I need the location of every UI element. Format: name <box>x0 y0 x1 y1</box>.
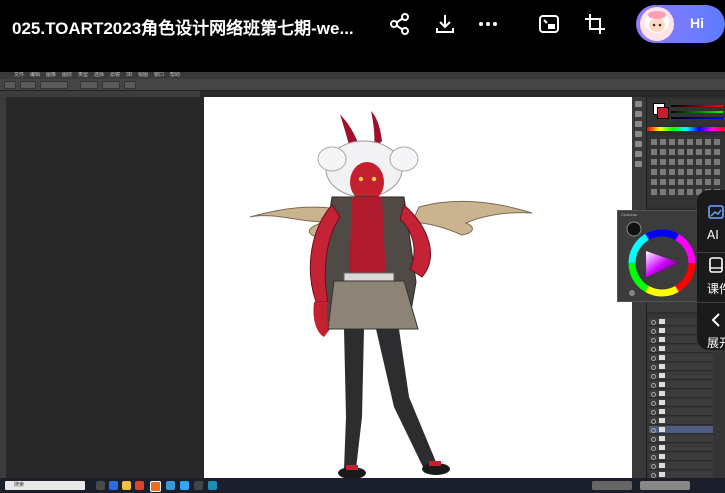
photoshop-icon[interactable] <box>180 481 189 490</box>
layer-row[interactable] <box>649 435 713 443</box>
crop-icon[interactable] <box>583 12 607 36</box>
ps-menu-edit[interactable]: 编辑 <box>30 72 40 79</box>
courseware-icon <box>709 257 723 273</box>
expand-button[interactable]: 展开 <box>697 302 725 350</box>
ps-airbrush[interactable] <box>124 81 136 89</box>
taskbar-search-text: 搜索 <box>14 482 25 488</box>
courseware-label: 课件 <box>707 282 725 296</box>
layer-row-selected[interactable] <box>649 426 713 434</box>
app-icon[interactable] <box>194 481 203 490</box>
ps-mode-select[interactable] <box>40 81 68 89</box>
video-title: 025.TOART2023角色设计网络班第七期-we... <box>12 19 354 38</box>
layer-row[interactable] <box>649 390 713 398</box>
file-explorer-icon[interactable] <box>122 481 131 490</box>
chevron-left-icon <box>711 313 720 327</box>
expand-label: 展开 <box>707 336 725 350</box>
task-view-icon[interactable] <box>96 481 105 490</box>
ps-options-bar <box>0 79 725 91</box>
layer-row[interactable] <box>649 408 713 416</box>
ps-menu-image[interactable]: 图像 <box>46 72 56 79</box>
ps-menu-layer[interactable]: 图层 <box>62 72 72 79</box>
assistant-button[interactable]: Hi <box>636 5 725 43</box>
layer-row[interactable] <box>649 354 713 362</box>
active-app-icon[interactable] <box>150 481 161 492</box>
ps-menu-3d[interactable]: 3D <box>126 72 132 79</box>
assistant-avatar-icon <box>640 7 674 41</box>
ps-canvas[interactable] <box>204 97 632 486</box>
ps-spectrum-bar[interactable] <box>647 127 725 131</box>
ps-clone-icon[interactable] <box>635 131 642 137</box>
ps-color-sliders-panel <box>647 99 725 125</box>
windows-taskbar: 搜索 <box>0 478 725 493</box>
ps-properties-icon[interactable] <box>635 111 642 117</box>
ps-tool-preset[interactable] <box>4 81 16 89</box>
ps-opacity[interactable] <box>80 81 98 89</box>
color-wheel-icon[interactable] <box>618 211 698 301</box>
more-icon[interactable] <box>476 12 500 36</box>
ps-brush-icon[interactable] <box>635 121 642 127</box>
ps-menu-window[interactable]: 窗口 <box>154 72 164 79</box>
layer-row[interactable] <box>649 453 713 461</box>
system-tray-icon[interactable] <box>592 481 632 490</box>
layer-row[interactable] <box>649 399 713 407</box>
courseware-button[interactable]: 课件 <box>697 252 725 302</box>
layer-row[interactable] <box>649 363 713 371</box>
layer-row[interactable] <box>649 462 713 470</box>
ps-character-icon[interactable] <box>635 141 642 147</box>
video-top-bar: 025.TOART2023角色设计网络班第七期-we... Hi <box>0 0 725 72</box>
app-icon[interactable] <box>208 481 217 490</box>
layer-row[interactable] <box>649 372 713 380</box>
ps-history-icon[interactable] <box>635 101 642 107</box>
ps-brush-size[interactable] <box>20 81 36 89</box>
assistant-label: Hi <box>690 15 704 31</box>
ps-flow[interactable] <box>102 81 120 89</box>
ps-menu-select[interactable]: 选择 <box>94 72 104 79</box>
ai-image-icon <box>708 205 724 219</box>
ps-menu-type[interactable]: 类型 <box>78 72 88 79</box>
ps-paragraph-icon[interactable] <box>635 151 642 157</box>
character-artwork <box>249 111 533 479</box>
side-tool-widget: AI 课件 展开 <box>697 190 725 350</box>
layer-row[interactable] <box>649 444 713 452</box>
ai-label: AI <box>707 228 719 242</box>
ps-menu-view[interactable]: 视图 <box>138 72 148 79</box>
layer-row[interactable] <box>649 417 713 425</box>
app-icon[interactable] <box>166 481 175 490</box>
ps-menu-bar: 文件 编辑 图像 图层 类型 选择 滤镜 3D 视图 窗口 帮助 <box>0 72 725 79</box>
app-icon[interactable] <box>135 481 144 490</box>
color-panel-title: Coolorus <box>621 212 638 217</box>
ps-document-tab[interactable] <box>0 91 200 97</box>
ps-tools-panel <box>0 97 6 482</box>
ai-button[interactable]: AI <box>697 202 725 252</box>
picture-in-picture-icon[interactable] <box>537 12 561 36</box>
browser-icon[interactable] <box>109 481 118 490</box>
download-icon[interactable] <box>433 12 457 36</box>
taskbar-search-box[interactable]: 搜索 <box>5 481 85 490</box>
ps-menu-help[interactable]: 帮助 <box>170 72 180 79</box>
ps-adjust-icon[interactable] <box>635 161 642 167</box>
ps-menu-file[interactable]: 文件 <box>14 72 24 79</box>
clock-icon[interactable] <box>640 481 690 490</box>
coolorus-color-panel[interactable]: Coolorus <box>617 210 699 302</box>
layer-row[interactable] <box>649 381 713 389</box>
ps-menu-filter[interactable]: 滤镜 <box>110 72 120 79</box>
share-icon[interactable] <box>388 12 412 36</box>
